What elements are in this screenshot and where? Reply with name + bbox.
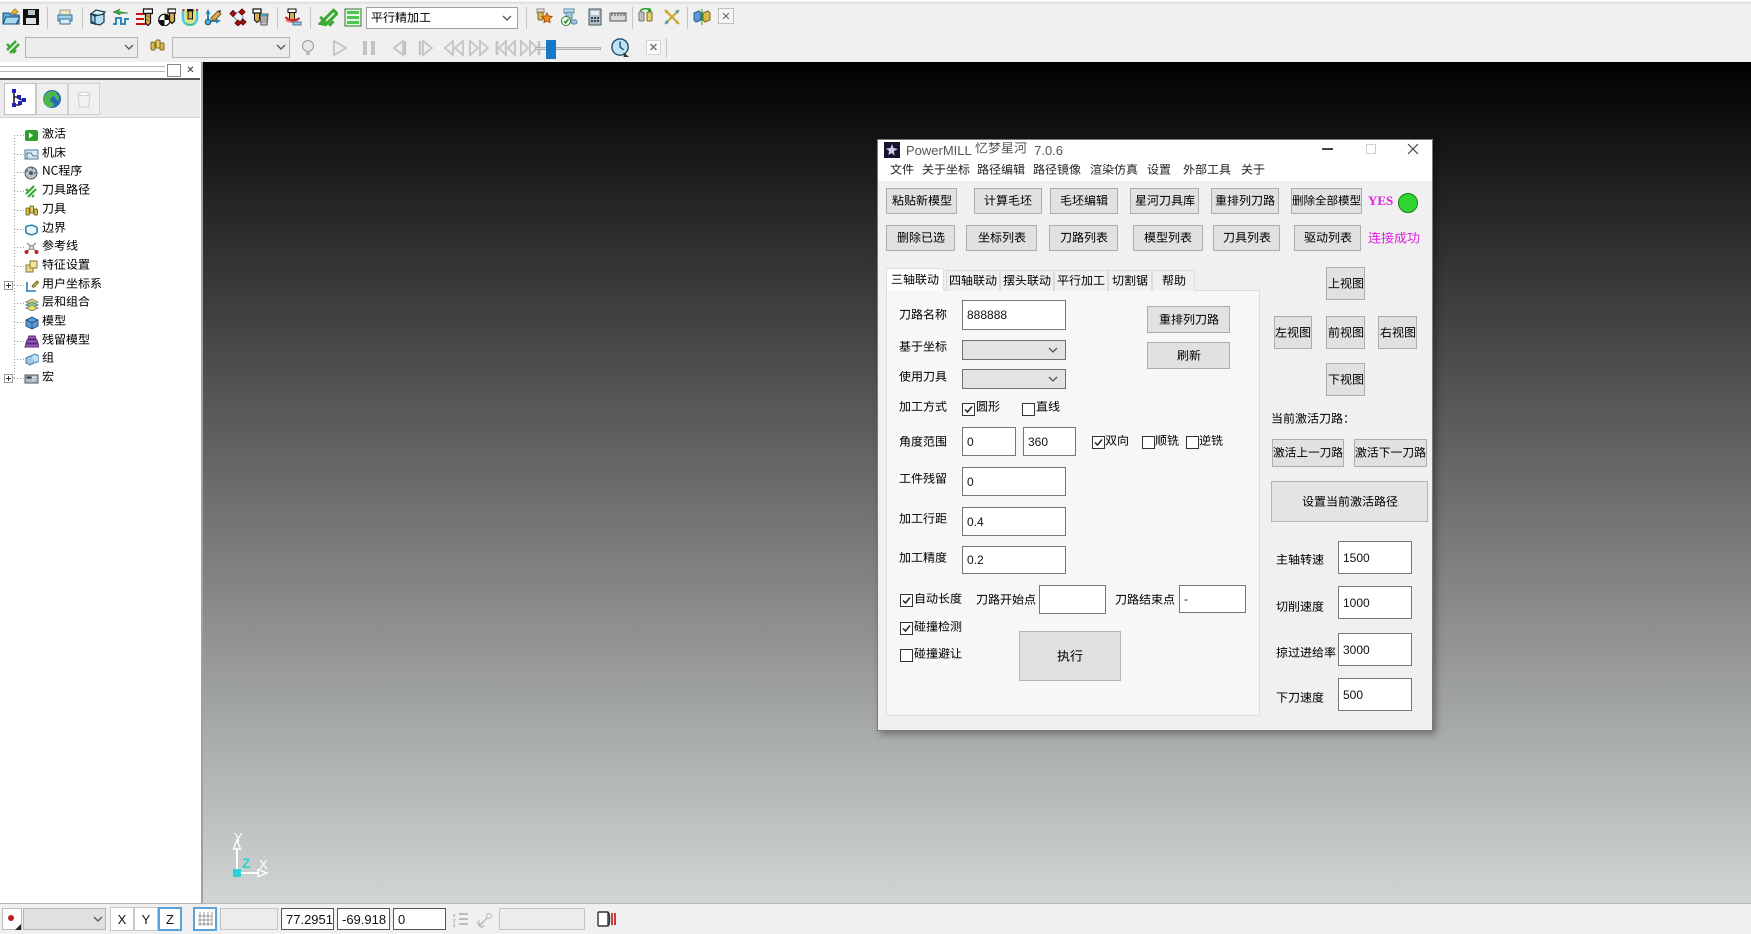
svg-text:Y: Y [234,833,243,845]
svg-text:z: z [453,923,456,928]
svg-text:Z: Z [242,855,251,871]
svg-text:X: X [259,857,268,872]
